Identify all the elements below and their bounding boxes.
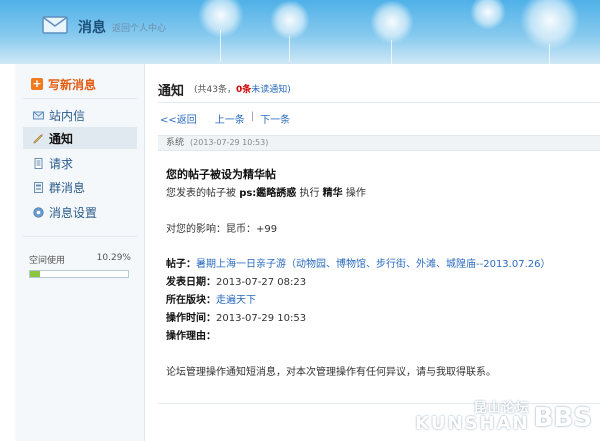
watermark-en: KUNSHAN — [415, 413, 530, 434]
compose-button[interactable]: + 写新消息 — [31, 75, 96, 93]
publish-value: 2013-07-27 08:23 — [216, 277, 307, 288]
message-header: 系统 (2013-07-29 10:53) — [158, 135, 600, 151]
sidebar-item-notifications[interactable]: 通知 — [23, 127, 137, 149]
unread-count: 0条 — [235, 85, 252, 95]
impact-text: 对您的影响：昆币：+99 — [166, 224, 278, 235]
sidebar-item-message-settings[interactable]: 消息设置 — [23, 201, 137, 223]
storage-percent: 10.29% — [96, 253, 131, 263]
group-doc-icon — [34, 181, 43, 193]
sidebar-item-label: 消息设置 — [49, 205, 98, 220]
sidebar: + 写新消息 站内信 通知 请求 群消息 消息设置 空间使用 10.29% — [15, 64, 145, 441]
notification-panel: 通知 (共43条，0条未读通知) <<返回 上一条 | 下一条 系统 (2013-… — [158, 64, 600, 441]
watermark-bbs: BBS — [533, 402, 592, 433]
envelope-icon — [33, 111, 44, 119]
reason-label: 操作理由： — [166, 331, 216, 342]
op-time-row: 操作时间：2013-07-29 10:53 — [166, 309, 306, 324]
storage-label: 空间使用 — [29, 256, 66, 266]
message-date: (2013-07-29 10:53) — [190, 138, 269, 147]
storage-progress-bar — [29, 270, 129, 278]
pager-separator: | — [250, 111, 255, 122]
sidebar-item-label: 请求 — [49, 156, 74, 171]
board-link[interactable]: 走遍天下 — [216, 295, 256, 306]
board-label: 所在版块： — [166, 295, 216, 306]
back-link[interactable]: <<返回 — [160, 111, 197, 126]
op-time-label: 操作时间： — [166, 313, 216, 324]
storage-progress-fill — [30, 271, 41, 277]
envelope-icon — [42, 16, 68, 34]
message-pager: <<返回 上一条 | 下一条 — [160, 111, 290, 126]
message-summary: 您发表的帖子被 ps:鑑略誘惑 执行 精华 操作 — [166, 188, 366, 199]
prev-link[interactable]: 上一条 — [215, 111, 245, 126]
compose-label: 写新消息 — [48, 77, 97, 92]
operator-name: ps:鑑略誘惑 — [239, 188, 297, 199]
reason-row: 操作理由： — [166, 327, 216, 342]
site-watermark-logo: 昆山论坛 KUNSHAN BBS — [415, 402, 592, 433]
pencil-icon — [33, 133, 43, 143]
sidebar-item-label: 通知 — [49, 131, 74, 146]
post-link[interactable]: 暑期上海一日亲子游（动物园、博物馆、步行街、外滩、城隍庙--2013.07.26… — [196, 259, 550, 270]
sidebar-item-requests[interactable]: 请求 — [23, 152, 137, 174]
page-title: 通知 — [158, 84, 185, 99]
message-sender: 系统 — [166, 138, 185, 148]
settings-icon — [33, 206, 44, 218]
notification-count: (共43条，0条未读通知) — [194, 85, 291, 95]
storage-usage: 空间使用 10.29% — [29, 253, 131, 278]
sidebar-item-label: 群消息 — [49, 180, 86, 195]
sidebar-item-group-messages[interactable]: 群消息 — [23, 176, 137, 198]
message-footer: 论坛管理操作通知短消息，对本次管理操作有任何异议，请与我取得联系。 — [166, 367, 496, 378]
header-title: 消息 — [78, 20, 106, 36]
plus-icon: + — [31, 77, 43, 90]
message-headline: 您的帖子被设为精华帖 — [166, 168, 276, 181]
sidebar-item-inbox[interactable]: 站内信 — [23, 104, 137, 126]
divider — [158, 102, 600, 103]
action-name: 精华 — [322, 188, 343, 199]
publish-date-row: 发表日期：2013-07-27 08:23 — [166, 273, 306, 288]
op-time-value: 2013-07-29 10:53 — [216, 313, 307, 324]
post-label: 帖子： — [166, 259, 196, 270]
header-banner: 消息 返回个人中心 — [0, 0, 600, 64]
back-to-profile-link[interactable]: 返回个人中心 — [112, 21, 166, 34]
sidebar-item-label: 站内信 — [49, 108, 86, 123]
divider — [23, 236, 137, 237]
document-icon — [34, 157, 43, 169]
divider — [23, 98, 137, 99]
post-row: 帖子：暑期上海一日亲子游（动物园、博物馆、步行街、外滩、城隍庙--2013.07… — [166, 255, 550, 270]
next-link[interactable]: 下一条 — [260, 111, 290, 126]
publish-label: 发表日期： — [166, 277, 216, 288]
board-row: 所在版块：走遍天下 — [166, 291, 256, 306]
